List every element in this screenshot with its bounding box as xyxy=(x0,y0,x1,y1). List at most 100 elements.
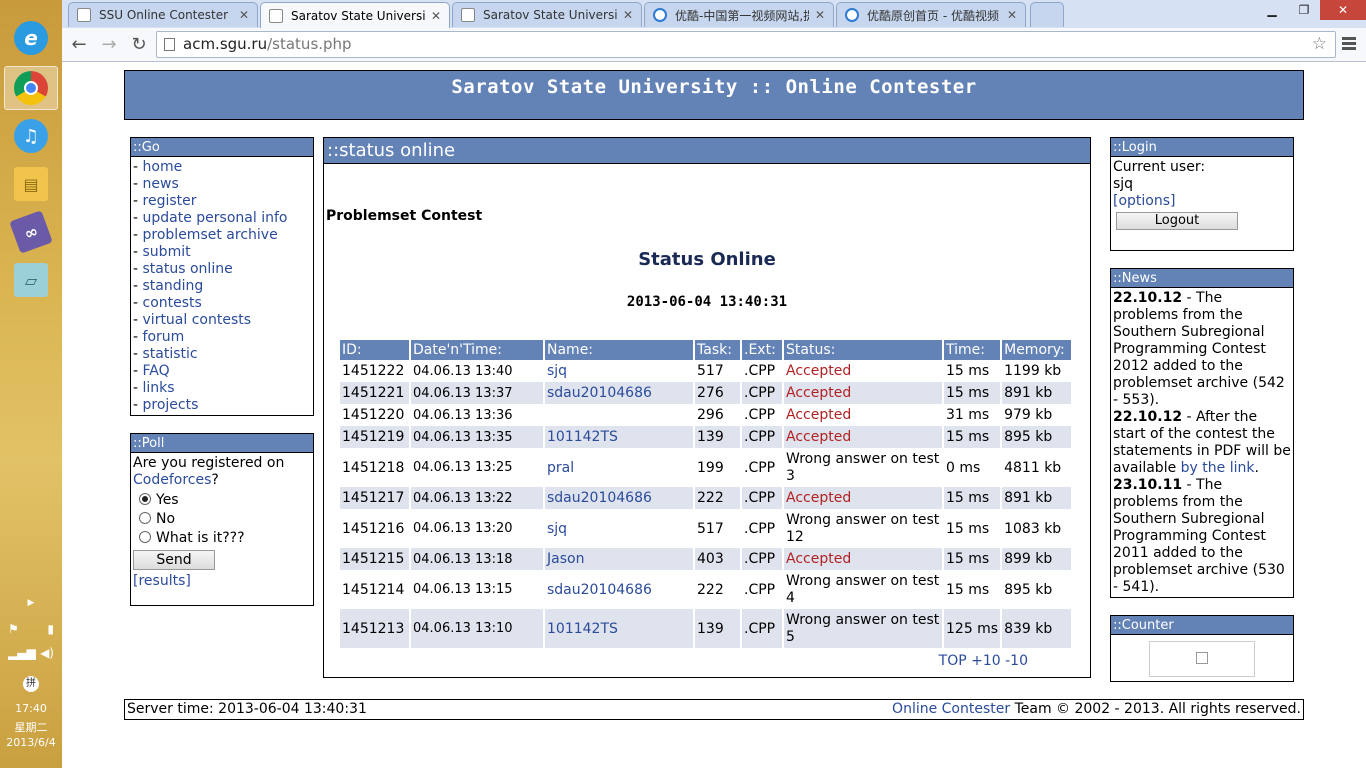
go-nav-item[interactable]: - update personal info xyxy=(133,210,311,227)
cell-name[interactable]: sdau20104686 xyxy=(545,382,693,404)
go-nav-link[interactable]: links xyxy=(143,380,175,396)
cell-name[interactable]: sdau20104686 xyxy=(545,487,693,509)
go-nav-item[interactable]: - FAQ xyxy=(133,363,311,380)
show-hidden-icons-icon[interactable]: ▶ xyxy=(0,598,62,608)
poll-option-no[interactable]: No xyxy=(133,510,311,529)
ime-indicator[interactable]: 拼 xyxy=(0,676,62,692)
tab-3[interactable]: Saratov State University ✕ xyxy=(452,2,642,27)
menu-icon[interactable] xyxy=(1342,37,1356,52)
tray-row-1: ⚑ ▮ xyxy=(8,622,54,636)
close-icon[interactable]: ✕ xyxy=(1007,8,1017,22)
go-nav-link[interactable]: standing xyxy=(143,278,204,294)
cell-name[interactable]: pral xyxy=(545,448,693,487)
logout-button[interactable]: Logout xyxy=(1116,212,1238,230)
go-nav-link[interactable]: virtual contests xyxy=(143,312,252,328)
poll-option-yes[interactable]: Yes xyxy=(133,491,311,510)
go-nav-item[interactable]: - news xyxy=(133,176,311,193)
restore-icon[interactable]: ❐ xyxy=(1288,0,1320,20)
go-nav-item[interactable]: - status online xyxy=(133,261,311,278)
clock-date[interactable]: 2013/6/4 xyxy=(0,736,62,749)
itunes-icon[interactable]: ♫ xyxy=(4,114,58,158)
close-icon[interactable]: ✕ xyxy=(623,8,633,22)
go-nav-link[interactable]: submit xyxy=(143,244,191,260)
clock-time[interactable]: 17:40 xyxy=(0,702,62,715)
options-link[interactable]: [options] xyxy=(1113,193,1291,210)
ie-icon[interactable]: e xyxy=(4,16,58,60)
go-nav-item[interactable]: - submit xyxy=(133,244,311,261)
current-user-label: Current user: xyxy=(1113,159,1206,175)
cell-time: 15 ms xyxy=(944,548,1001,570)
back-arrow-icon[interactable]: ← xyxy=(68,34,90,56)
go-nav-item[interactable]: - standing xyxy=(133,278,311,295)
results-link[interactable]: [results] xyxy=(133,573,311,590)
go-nav-item[interactable]: - home xyxy=(133,159,311,176)
go-nav-link[interactable]: FAQ xyxy=(143,363,170,379)
pager-next-link[interactable]: +10 xyxy=(971,653,1001,669)
codeforces-link[interactable]: Codeforces xyxy=(133,472,211,488)
bookmark-star-icon[interactable]: ☆ xyxy=(1312,32,1327,57)
close-icon[interactable]: ✕ xyxy=(239,8,249,22)
go-nav-link[interactable]: home xyxy=(143,159,183,175)
tab-5[interactable]: 优酷原创首页 - 优酷视频 ✕ xyxy=(836,2,1026,27)
chrome-icon[interactable] xyxy=(4,66,58,110)
go-nav-item[interactable]: - problemset archive xyxy=(133,227,311,244)
new-tab-button[interactable] xyxy=(1030,2,1064,27)
cell-name[interactable]: sjq xyxy=(545,360,693,382)
forward-arrow-icon[interactable]: → xyxy=(98,34,120,56)
clock-day[interactable]: 星期二 xyxy=(0,719,62,735)
go-nav-link[interactable]: forum xyxy=(143,329,185,345)
go-nav-link[interactable]: projects xyxy=(143,397,199,413)
online-contester-link[interactable]: Online Contester xyxy=(892,701,1010,717)
close-icon[interactable]: ✕ xyxy=(815,8,825,22)
pager-prev-link[interactable]: -10 xyxy=(1005,653,1028,669)
file-explorer-icon[interactable]: ▤ xyxy=(4,162,58,206)
poll-option-what[interactable]: What is it??? xyxy=(133,529,311,548)
reload-icon[interactable]: ↻ xyxy=(128,34,150,56)
tab-1[interactable]: SSU Online Contester :: ✕ xyxy=(68,2,258,27)
close-icon[interactable]: ✕ xyxy=(431,9,441,23)
go-nav-item[interactable]: - virtual contests xyxy=(133,312,311,329)
cell-name[interactable]: Jason xyxy=(545,548,693,570)
send-button[interactable]: Send xyxy=(133,550,215,570)
cell-name[interactable]: sjq xyxy=(545,509,693,548)
cell-name[interactable] xyxy=(545,404,693,426)
cell-ext: .CPP xyxy=(742,360,782,382)
minimize-icon[interactable]: ▁ xyxy=(1256,0,1288,20)
go-nav-link[interactable]: register xyxy=(143,193,197,209)
poll-question-text: Are you registered on xyxy=(133,455,285,471)
notebook-icon[interactable]: ▱ xyxy=(4,258,58,302)
volume-icon[interactable]: ◀) xyxy=(40,646,54,660)
network-icon[interactable]: ▂▄▆ xyxy=(8,646,36,660)
address-bar[interactable]: acm.sgu.ru/status.php ☆ xyxy=(156,31,1336,58)
cell-dt: 04.06.13 13:20 xyxy=(411,509,543,548)
go-nav-item[interactable]: - projects xyxy=(133,397,311,414)
power-icon[interactable]: ▮ xyxy=(47,622,54,636)
cell-name[interactable]: sdau20104686 xyxy=(545,570,693,609)
col-id: ID: xyxy=(340,340,409,360)
tab-2[interactable]: Saratov State University ✕ xyxy=(260,2,450,28)
go-nav-item[interactable]: - links xyxy=(133,380,311,397)
go-nav-link[interactable]: problemset archive xyxy=(143,227,278,243)
radio-selected-icon[interactable] xyxy=(139,493,151,505)
news-date: 23.10.11 xyxy=(1113,477,1183,493)
tab-4[interactable]: 优酷-中国第一视频网站,提 ✕ xyxy=(644,2,834,27)
go-nav-item[interactable]: - contests xyxy=(133,295,311,312)
close-window-icon[interactable]: ✕ xyxy=(1320,0,1366,20)
go-nav-item[interactable]: - statistic xyxy=(133,346,311,363)
visual-studio-icon[interactable]: ∞ xyxy=(4,210,58,254)
go-nav-link[interactable]: status online xyxy=(143,261,233,277)
login-title: ::Login xyxy=(1111,138,1293,157)
pager-top-link[interactable]: TOP xyxy=(939,653,967,669)
radio-icon[interactable] xyxy=(139,531,151,543)
go-nav-link[interactable]: update personal info xyxy=(143,210,288,226)
radio-icon[interactable] xyxy=(139,512,151,524)
go-nav-item[interactable]: - register xyxy=(133,193,311,210)
cell-name[interactable]: 101142TS xyxy=(545,609,693,648)
go-nav-item[interactable]: - forum xyxy=(133,329,311,346)
pdf-link[interactable]: by the link xyxy=(1181,460,1255,476)
go-nav-link[interactable]: news xyxy=(143,176,179,192)
flag-icon[interactable]: ⚑ xyxy=(8,622,19,636)
cell-name[interactable]: 101142TS xyxy=(545,426,693,448)
go-nav-link[interactable]: contests xyxy=(143,295,202,311)
go-nav-link[interactable]: statistic xyxy=(143,346,198,362)
